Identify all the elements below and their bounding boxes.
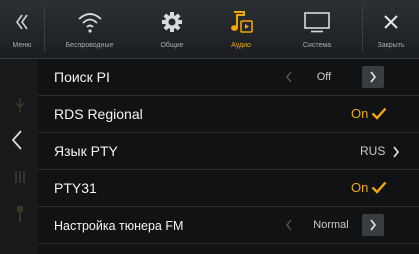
tab-system[interactable]: Система [272,0,362,58]
equalizer-icon [14,169,26,190]
setting-label: RDS Regional [54,106,143,122]
chevron-left-icon [286,71,292,83]
increase-button[interactable] [362,66,384,88]
side-panel [0,59,38,254]
tab-system-label: Система [302,42,332,49]
tab-audio-label: Аудио [231,42,251,49]
chevron-right-icon [370,219,377,231]
top-navigation-bar: Меню Беспроводные Общие Аудио Система За… [0,0,419,59]
music-note-icon [210,8,272,36]
setting-value: RUS [360,144,386,158]
setting-value: Off [316,71,332,83]
setting-label: PTY31 [54,180,97,196]
menu-button[interactable]: Меню [0,0,44,58]
double-chevron-left-icon [0,8,44,36]
setting-value: Normal [313,219,349,231]
setting-value: On [351,106,369,121]
setting-label: Поиск PI [54,69,110,85]
tab-general[interactable]: Общие [134,0,210,58]
chevron-left-icon [286,219,292,231]
wifi-icon [45,8,134,36]
tab-audio[interactable]: Аудио [210,0,272,58]
antenna-icon [14,97,26,118]
decrease-button[interactable] [278,214,300,236]
decrease-button[interactable] [278,66,300,88]
setting-value: On [351,180,369,195]
tab-wireless-label: Беспроводные [65,42,114,49]
setting-row-pty31[interactable]: PTY31 On [38,170,419,207]
setting-label: Настройка тюнера FM [54,219,184,233]
checkmark-icon [371,181,387,199]
checkmark-icon [371,107,387,125]
menu-label: Меню [12,42,32,49]
gear-icon [134,8,210,36]
chevron-right-icon [392,145,400,163]
setting-row-rds-regional[interactable]: RDS Regional On [38,96,419,133]
chevron-right-icon [370,71,377,83]
monitor-icon [272,8,362,36]
setting-row-fm-tuner[interactable]: Настройка тюнера FM Normal [38,207,419,244]
setting-row-pty-language[interactable]: Язык PTY RUS [38,133,419,170]
tab-general-label: Общие [160,42,184,49]
close-button[interactable]: Закрыть [363,0,419,58]
settings-list: Поиск PI Off RDS Regional On Язык PTY RU… [38,59,419,254]
back-button[interactable] [10,129,24,156]
chevron-left-icon [11,130,22,150]
setting-label: Язык PTY [54,143,118,159]
usb-icon [14,205,26,228]
close-icon [363,8,419,36]
setting-row-pi-search[interactable]: Поиск PI Off [38,59,419,96]
increase-button[interactable] [362,214,384,236]
tab-wireless[interactable]: Беспроводные [45,0,134,58]
close-label: Закрыть [377,42,405,49]
